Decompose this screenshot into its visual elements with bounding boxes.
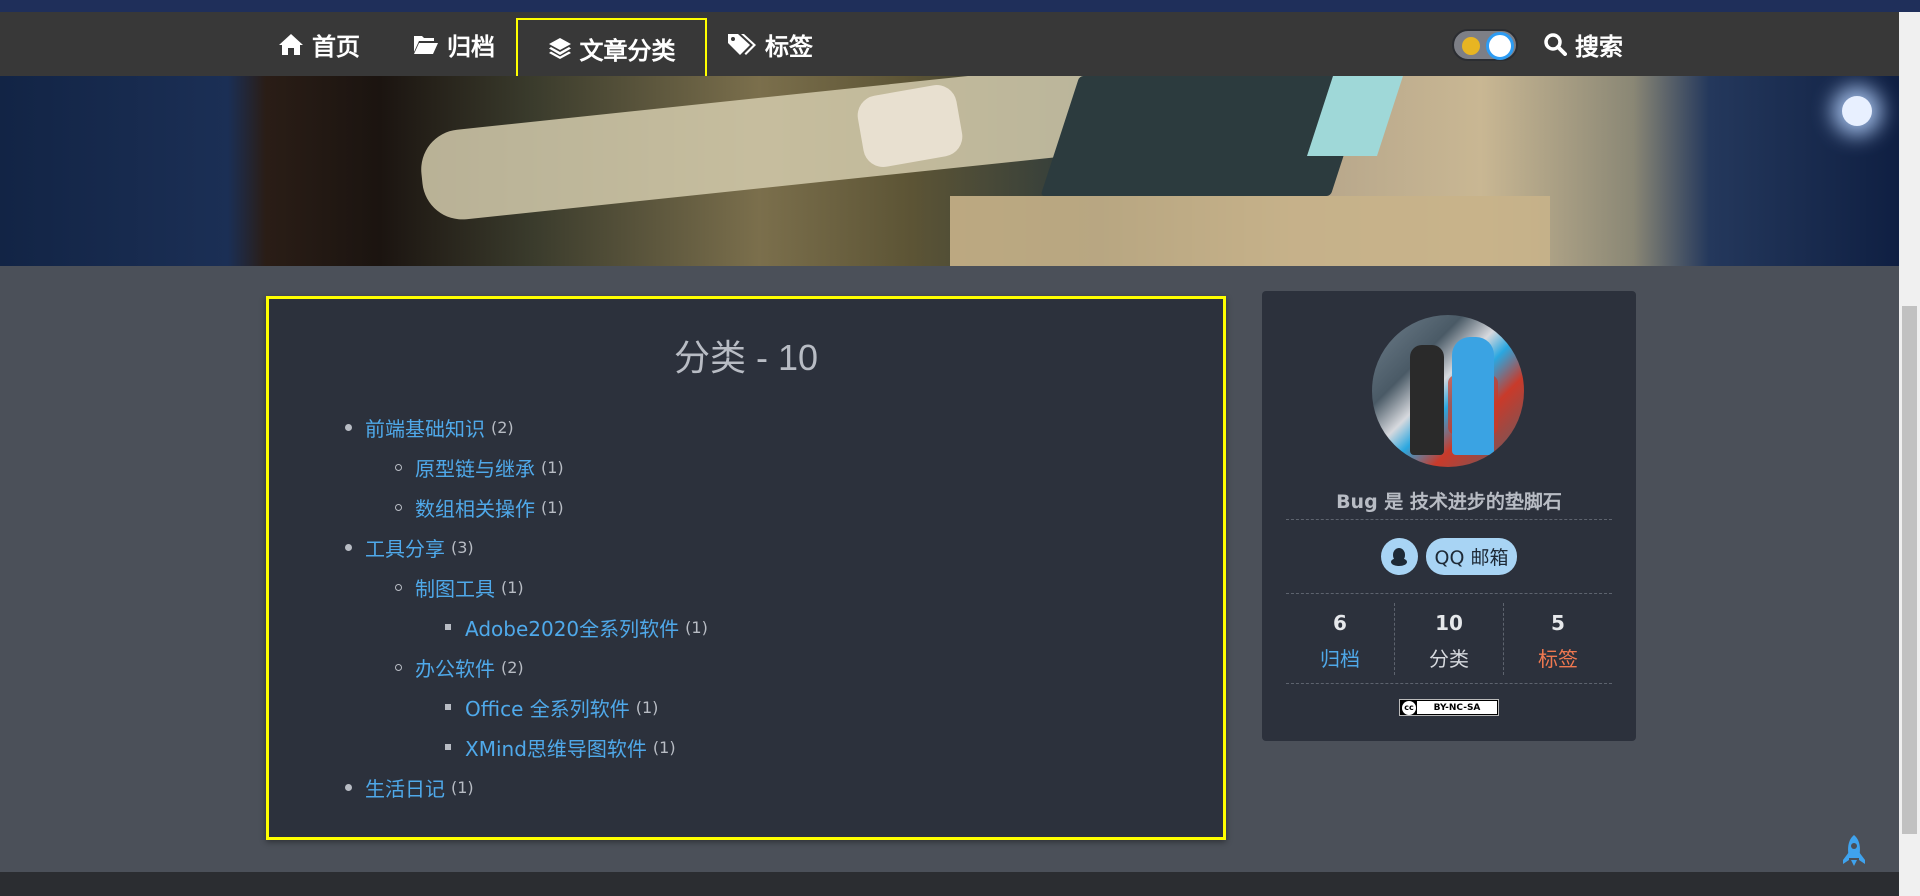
nav-tags-label: 标签 [765,32,813,61]
qq-button[interactable] [1380,538,1418,575]
stat-categories-label: 分类 [1429,647,1469,671]
categories-card: 分类 - 10 前端基础知识 (2) 原型链与继承 (1) 数组相关操作 (1)… [266,296,1226,840]
category-count: (2) [501,657,524,677]
nav-archive[interactable]: 归档 [413,12,495,76]
navbar: 首页 归档 文章分类 标签 搜索 [0,12,1899,78]
category-item: XMind思维导图软件 (1) [445,727,708,767]
stat-tags-count: 5 [1551,611,1565,635]
stat-tags[interactable]: 5 标签 [1503,603,1612,675]
category-count: (1) [501,577,524,597]
nav-search-label: 搜索 [1575,32,1623,61]
qq-mail-button[interactable]: QQ 邮箱 [1425,538,1518,575]
category-count: (1) [652,737,676,757]
theme-toggle[interactable] [1452,29,1518,61]
category-item: Office 全系列软件 (1) [445,687,708,727]
category-link[interactable]: 办公软件 [415,653,495,682]
category-count: (3) [451,537,474,557]
nav-tags[interactable]: 标签 [727,12,813,76]
profile-card: Bug 是 技术进步的垫脚石 QQ 邮箱 6 归档 10 分类 5 标签 cc … [1262,291,1636,741]
folder-open-icon [414,36,438,54]
nav-home-label: 首页 [312,32,360,61]
stat-archive[interactable]: 6 归档 [1286,603,1394,675]
page-title: 分类 - 10 [673,337,819,378]
cc-icon: cc [1402,700,1416,715]
category-item: 原型链与继承 (1) [395,447,708,487]
category-count: (1) [541,457,564,477]
profile-motto: Bug 是 技术进步的垫脚石 [1336,491,1562,513]
site-stats: 6 归档 10 分类 5 标签 [1286,603,1612,675]
category-link[interactable]: 原型链与继承 [415,453,535,482]
category-count: (1) [541,497,564,517]
category-link[interactable]: 工具分享 [365,533,445,562]
stat-categories[interactable]: 10 分类 [1394,603,1503,675]
category-item: 制图工具 (1) [395,567,708,607]
avatar[interactable] [1372,315,1524,467]
category-item: 办公软件 (2) [395,647,708,687]
stat-archive-label: 归档 [1320,647,1360,671]
category-link[interactable]: 前端基础知识 [365,413,485,442]
category-link[interactable]: Adobe2020全系列软件 [465,613,679,642]
stat-tags-label: 标签 [1538,647,1578,671]
layers-icon [548,38,571,59]
contact-links: QQ 邮箱 [1262,538,1636,575]
category-item: 工具分享 (3) [345,527,708,567]
category-list: 前端基础知识 (2) 原型链与继承 (1) 数组相关操作 (1) 工具分享 (3… [345,407,708,807]
category-link[interactable]: 生活日记 [365,773,445,802]
header-banner-image [0,76,1899,266]
divider [1286,683,1612,684]
category-item: 生活日记 (1) [345,767,708,807]
category-count: (2) [491,417,514,437]
home-icon [279,34,303,55]
category-link[interactable]: 数组相关操作 [415,493,535,522]
nav-home[interactable]: 首页 [278,12,360,76]
toggle-knob [1486,32,1514,60]
moon-icon [1462,37,1480,55]
category-count: (1) [685,617,708,637]
nav-search[interactable]: 搜索 [1543,12,1623,76]
category-count: (1) [635,697,659,717]
tags-icon [728,34,756,55]
divider [1286,519,1612,520]
nav-archive-label: 归档 [447,32,495,61]
category-item: 数组相关操作 (1) [395,487,708,527]
category-link[interactable]: Office 全系列软件 [465,693,630,722]
category-item: 前端基础知识 (2) [345,407,708,447]
category-count: (1) [451,777,474,797]
nav-categories-label: 文章分类 [579,36,676,65]
category-item: Adobe2020全系列软件 (1) [445,607,708,647]
scrollbar[interactable] [1899,12,1920,896]
stat-archive-count: 6 [1333,611,1347,635]
divider [1286,593,1612,594]
stat-categories-count: 10 [1435,611,1463,635]
search-icon [1544,33,1567,56]
cc-license-text: BY-NC-SA [1417,701,1497,714]
category-link[interactable]: XMind思维导图软件 [465,733,647,762]
top-strip [0,0,1920,12]
nav-categories[interactable]: 文章分类 [516,18,707,78]
cc-license-badge[interactable]: cc BY-NC-SA [1399,699,1499,716]
scrollbar-thumb[interactable] [1902,306,1917,834]
footer [0,872,1899,896]
category-link[interactable]: 制图工具 [415,573,495,602]
back-to-top-button[interactable] [1840,834,1868,872]
rocket-icon [1843,835,1865,866]
qq-penguin-icon [1391,547,1408,566]
